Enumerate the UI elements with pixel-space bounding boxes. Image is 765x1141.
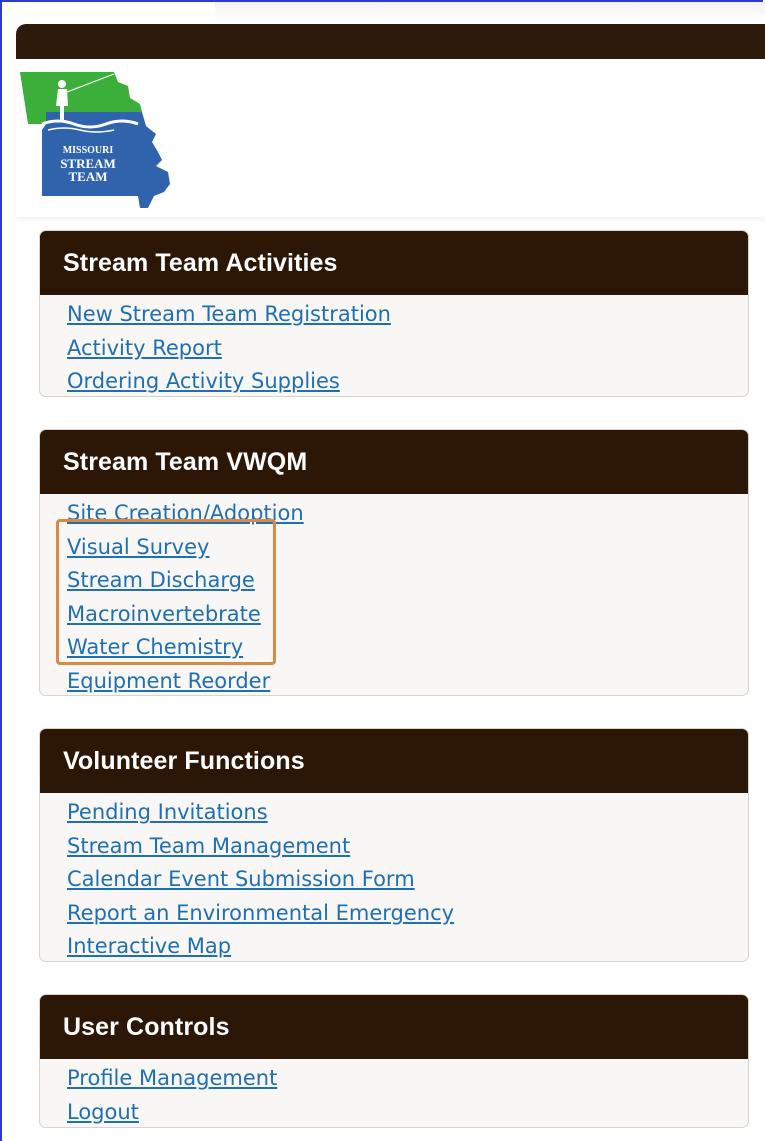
list-item: Site Creation/Adoption (67, 497, 748, 531)
link-new-stream-team-registration[interactable]: New Stream Team Registration (67, 302, 391, 326)
panel-user-controls: User Controls Profile Management Logout (39, 994, 749, 1128)
list-item: Stream Team Management (67, 830, 748, 864)
panel-stream-team-activities: Stream Team Activities New Stream Team R… (39, 230, 749, 397)
list-item: Calendar Event Submission Form (67, 863, 748, 897)
link-site-creation-adoption[interactable]: Site Creation/Adoption (67, 501, 304, 525)
link-pending-invitations[interactable]: Pending Invitations (67, 800, 268, 824)
panel-title: Volunteer Functions (40, 729, 748, 793)
missouri-stream-team-logo-icon[interactable] (18, 68, 178, 210)
link-logout[interactable]: Logout (67, 1100, 139, 1124)
panel-title: Stream Team VWQM (40, 430, 748, 494)
link-macroinvertebrate[interactable]: Macroinvertebrate (67, 602, 261, 626)
link-list: Pending Invitations Stream Team Manageme… (40, 793, 748, 961)
link-stream-team-management[interactable]: Stream Team Management (67, 834, 350, 858)
link-list: Profile Management Logout (40, 1059, 748, 1127)
link-activity-report[interactable]: Activity Report (67, 336, 222, 360)
panel-title: Stream Team Activities (40, 231, 748, 295)
link-list: New Stream Team Registration Activity Re… (40, 295, 748, 396)
logo-text-line3: TEAM (68, 169, 108, 184)
list-item: Stream Discharge (67, 564, 748, 598)
list-item: Report an Environmental Emergency (67, 897, 748, 931)
top-shadow (215, 2, 765, 20)
link-stream-discharge[interactable]: Stream Discharge (67, 568, 255, 592)
site-header-bar (16, 24, 765, 59)
list-item: Ordering Activity Supplies (67, 365, 748, 396)
panel-stream-team-vwqm: Stream Team VWQM Site Creation/Adoption … (39, 429, 749, 696)
list-item: Interactive Map (67, 930, 748, 961)
panel-volunteer-functions: Volunteer Functions Pending Invitations … (39, 728, 749, 962)
link-profile-management[interactable]: Profile Management (67, 1066, 277, 1090)
list-item: Logout (67, 1096, 748, 1127)
link-report-environmental-emergency[interactable]: Report an Environmental Emergency (67, 901, 454, 925)
list-item: Macroinvertebrate (67, 598, 748, 632)
list-item: Equipment Reorder (67, 665, 748, 695)
link-visual-survey[interactable]: Visual Survey (67, 535, 209, 559)
list-item: Visual Survey (67, 531, 748, 565)
list-item: Water Chemistry (67, 631, 748, 665)
panel-title: User Controls (40, 995, 748, 1059)
list-item: New Stream Team Registration (67, 298, 748, 332)
logo-text: MISSOURI STREAM TEAM (38, 144, 138, 183)
link-interactive-map[interactable]: Interactive Map (67, 934, 231, 958)
link-equipment-reorder[interactable]: Equipment Reorder (67, 669, 270, 693)
link-water-chemistry[interactable]: Water Chemistry (67, 635, 243, 659)
list-item: Profile Management (67, 1062, 748, 1096)
list-item: Pending Invitations (67, 796, 748, 830)
link-ordering-activity-supplies[interactable]: Ordering Activity Supplies (67, 369, 340, 393)
list-item: Activity Report (67, 332, 748, 366)
link-list: Site Creation/Adoption Visual Survey Str… (40, 494, 748, 695)
link-calendar-event-submission-form[interactable]: Calendar Event Submission Form (67, 867, 415, 891)
